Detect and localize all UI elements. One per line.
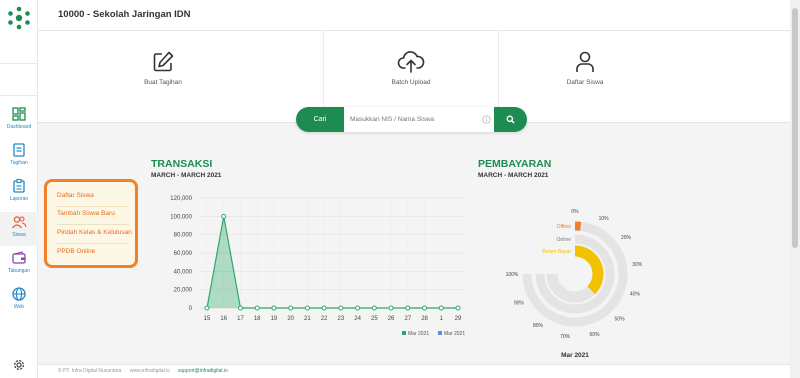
footer-website-link[interactable]: www.infradigital.io (130, 365, 170, 378)
action-label: Buat Tagihan (144, 79, 182, 86)
info-icon[interactable] (482, 115, 491, 124)
search-button[interactable] (494, 107, 527, 132)
transaksi-subtitle: MARCH - MARCH 2021 (151, 172, 222, 179)
menu-item-daftar-siswa[interactable]: Daftar Siswa (57, 192, 94, 199)
menu-item-pindah-kelas[interactable]: Pindah Kelas & Kelulusan (57, 229, 132, 236)
sidebar-item-web[interactable]: Web (0, 284, 38, 318)
wallet-icon (12, 251, 26, 264)
sidebar-item-label: Laporan (9, 196, 29, 202)
menu-divider (57, 243, 129, 244)
search-input[interactable] (346, 109, 486, 130)
page-title: 10000 - Sekolah Jaringan IDN (58, 9, 191, 20)
sidebar-item-label: Tagihan (10, 160, 28, 166)
sidebar-item-label: Tabungan (8, 268, 30, 274)
sidebar-item-label: Web (13, 304, 25, 310)
logo-icon[interactable] (6, 5, 32, 31)
edit-icon (153, 51, 174, 72)
sidebar-item-tagihan[interactable]: Tagihan (0, 140, 38, 174)
sidebar-item-laporan[interactable]: Laporan (0, 176, 38, 210)
sidebar-item-dashboard[interactable]: Dashboard (0, 104, 38, 138)
search-mode-button[interactable]: Cari (296, 107, 344, 132)
dashboard-icon (12, 107, 26, 121)
sidebar-item-label: Dashboard (6, 124, 32, 130)
menu-item-ppdb-online[interactable]: PPDB Online (57, 248, 95, 255)
buat-tagihan-button[interactable]: Buat Tagihan (38, 31, 288, 123)
invoice-icon (13, 143, 25, 157)
gear-icon[interactable] (12, 358, 26, 372)
pembayaran-subtitle: MARCH - MARCH 2021 (478, 172, 549, 179)
main-content: Buat Tagihan Batch Upload Daftar Siswa C… (38, 31, 790, 364)
scrollbar[interactable] (790, 0, 800, 378)
transaksi-title: TRANSAKSI (151, 158, 213, 170)
siswa-submenu: Daftar Siswa Tambah Siswa Baru Pindah Ke… (44, 179, 138, 268)
sidebar-item-tabungan[interactable]: Tabungan (0, 248, 38, 282)
sidebar-item-siswa[interactable]: Siswa (0, 212, 38, 246)
app-root: Dashboard Tagihan Laporan Siswa Tabungan… (0, 0, 800, 378)
student-search: Cari (296, 107, 527, 132)
action-label: Daftar Siswa (566, 79, 604, 86)
pembayaran-title: PEMBAYARAN (478, 158, 552, 170)
search-icon (506, 115, 515, 124)
cloud-upload-icon (397, 51, 425, 73)
topbar: 10000 - Sekolah Jaringan IDN (38, 0, 790, 31)
users-icon (11, 216, 27, 229)
sidebar-divider (0, 95, 38, 96)
user-icon (576, 51, 594, 72)
globe-icon (12, 287, 26, 301)
sidebar-item-label: Siswa (12, 232, 26, 238)
footer: © PT. Infra Digital Nusantara www.infrad… (38, 364, 790, 378)
footer-email-link[interactable]: support@infradigital.io (178, 365, 228, 378)
footer-copyright: © PT. Infra Digital Nusantara (58, 368, 122, 374)
scrollbar-thumb[interactable] (792, 8, 798, 248)
sidebar-divider (0, 63, 38, 64)
clipboard-icon (13, 178, 25, 193)
sidebar: Dashboard Tagihan Laporan Siswa Tabungan… (0, 0, 38, 378)
menu-divider (57, 206, 129, 207)
menu-divider (57, 224, 129, 225)
menu-item-tambah-siswa[interactable]: Tambah Siswa Baru (57, 210, 115, 217)
